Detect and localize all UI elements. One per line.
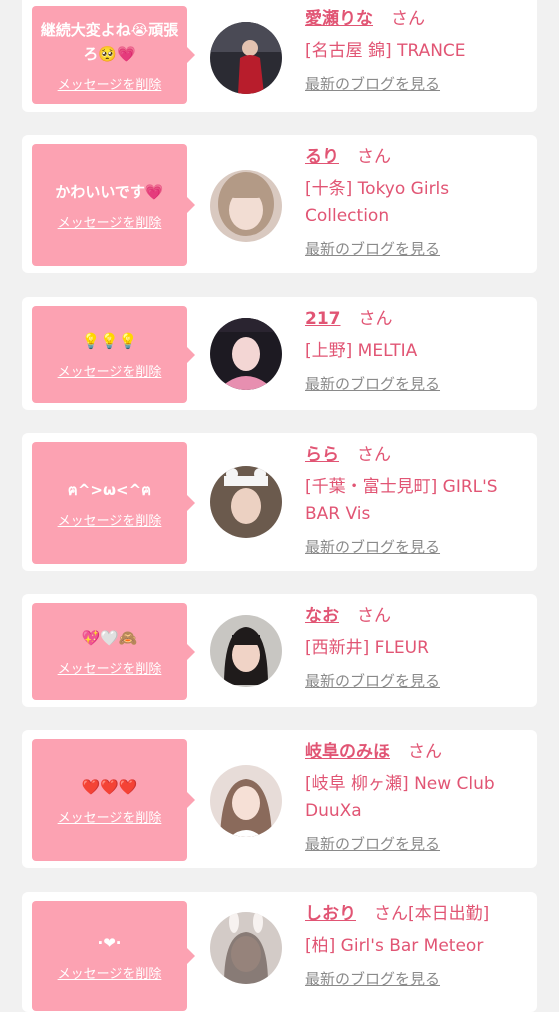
message-card: ❤️❤️❤️ メッセージを削除 岐阜のみほ さん [岐阜 柳ヶ瀬] New Clu… (22, 730, 537, 868)
avatar[interactable] (210, 22, 282, 94)
name-suffix: さん (391, 9, 425, 29)
latest-blog-link[interactable]: 最新のブログを見る (305, 536, 440, 557)
profile-info: なお さん [西新井] FLEUR 最新のブログを見る (305, 603, 530, 691)
profile-info: るり さん [十条] Tokyo Girls Collection 最新のブログを… (305, 144, 530, 259)
shop-info: [名古屋 錦] TRANCE (305, 41, 466, 61)
avatar-photo-bob-hair (210, 615, 282, 687)
delete-message-link[interactable]: メッセージを削除 (58, 361, 162, 380)
avatar[interactable] (210, 466, 282, 538)
latest-blog-link[interactable]: 最新のブログを見る (305, 833, 440, 854)
avatar[interactable] (210, 765, 282, 837)
message-card: 💖🤍🙈 メッセージを削除 なお さん [西新井] FLEUR 最新のブログを見る (22, 594, 537, 707)
avatar-photo-light-hair (210, 170, 282, 242)
message-text: ❤️❤️❤️ (81, 777, 138, 796)
profile-name-link[interactable]: らら (305, 445, 339, 465)
avatar-photo-long-hair-light (210, 765, 282, 837)
message-bubble: 💖🤍🙈 メッセージを削除 (32, 603, 195, 700)
message-card: 継続大変よね😭頑張ろ🥺💗 メッセージを削除 愛瀬りな さん [名古屋 錦] TRA… (22, 0, 537, 112)
profile-name-link[interactable]: 217 (305, 309, 341, 329)
delete-message-link[interactable]: メッセージを削除 (58, 212, 162, 231)
profile-info: 愛瀬りな さん [名古屋 錦] TRANCE 最新のブログを見る (305, 6, 530, 94)
message-bubble: ฅ^>ω<^ฅ メッセージを削除 (32, 442, 195, 564)
profile-name-link[interactable]: なお (305, 606, 339, 626)
delete-message-link[interactable]: メッセージを削除 (58, 510, 162, 529)
latest-blog-link[interactable]: 最新のブログを見る (305, 968, 440, 989)
name-suffix: さん (408, 742, 442, 762)
shop-info: [岐阜 柳ヶ瀬] New Club DuuXa (305, 774, 495, 821)
shop-info: [柏] Girl's Bar Meteor (305, 936, 484, 956)
avatar[interactable] (210, 318, 282, 390)
avatar[interactable] (210, 170, 282, 242)
profile-name-link[interactable]: 岐阜のみほ (305, 742, 390, 762)
message-text: ·❤· (97, 933, 122, 952)
delete-message-link[interactable]: メッセージを削除 (58, 807, 162, 826)
message-bubble: ❤️❤️❤️ メッセージを削除 (32, 739, 195, 861)
delete-message-link[interactable]: メッセージを削除 (58, 658, 162, 677)
delete-message-link[interactable]: メッセージを削除 (58, 74, 162, 93)
profile-name-link[interactable]: るり (305, 147, 339, 167)
message-card: ·❤· メッセージを削除 しおり さん[本日出勤] [柏] Girl's Bar … (22, 892, 537, 1012)
avatar-photo-dark-hair-pink (210, 318, 282, 390)
message-bubble: かわいいです💗 メッセージを削除 (32, 144, 195, 266)
name-suffix: さん[本日出勤] (374, 904, 490, 924)
name-suffix: さん (357, 606, 391, 626)
message-bubble: ·❤· メッセージを削除 (32, 901, 195, 1011)
profile-info: 217 さん [上野] MELTIA 最新のブログを見る (305, 306, 530, 394)
avatar-photo-bunny-ears (210, 912, 282, 984)
message-card: 💡💡💡 メッセージを削除 217 さん [上野] MELTIA 最新のブログを見る (22, 297, 537, 410)
shop-info: [上野] MELTIA (305, 341, 418, 361)
message-card: かわいいです💗 メッセージを削除 るり さん [十条] Tokyo Girls C… (22, 135, 537, 273)
message-text: 💖🤍🙈 (81, 629, 138, 647)
profile-name-link[interactable]: しおり (305, 904, 356, 924)
message-text: ฅ^>ω<^ฅ (67, 480, 152, 499)
message-text: 継続大変よね😭頑張ろ🥺💗 (40, 20, 179, 63)
avatar[interactable] (210, 912, 282, 984)
profile-info: しおり さん[本日出勤] [柏] Girl's Bar Meteor 最新のブログ… (305, 901, 530, 989)
message-text: 💡💡💡 (81, 332, 138, 350)
latest-blog-link[interactable]: 最新のブログを見る (305, 670, 440, 691)
name-suffix: さん (357, 147, 391, 167)
avatar-photo-cat-ears (210, 466, 282, 538)
profile-info: らら さん [千葉・富士見町] GIRL'S BAR Vis 最新のブログを見る (305, 442, 530, 557)
name-suffix: さん (358, 309, 393, 329)
message-bubble: 継続大変よね😭頑張ろ🥺💗 メッセージを削除 (32, 6, 195, 104)
profile-name-link[interactable]: 愛瀬りな (305, 9, 373, 29)
message-bubble: 💡💡💡 メッセージを削除 (32, 306, 195, 403)
message-text: かわいいです💗 (55, 182, 164, 201)
avatar[interactable] (210, 615, 282, 687)
name-suffix: さん (357, 445, 391, 465)
shop-info: [千葉・富士見町] GIRL'S BAR Vis (305, 477, 498, 524)
latest-blog-link[interactable]: 最新のブログを見る (305, 238, 440, 259)
latest-blog-link[interactable]: 最新のブログを見る (305, 373, 440, 394)
latest-blog-link[interactable]: 最新のブログを見る (305, 73, 440, 94)
shop-info: [西新井] FLEUR (305, 638, 429, 658)
delete-message-link[interactable]: メッセージを削除 (58, 963, 162, 982)
avatar-photo-dark-red-dress (210, 22, 282, 94)
shop-info: [十条] Tokyo Girls Collection (305, 179, 450, 226)
profile-info: 岐阜のみほ さん [岐阜 柳ヶ瀬] New Club DuuXa 最新のブログを見… (305, 739, 530, 854)
message-card: ฅ^>ω<^ฅ メッセージを削除 らら さん [千葉・富士見町] GIRL'S B… (22, 433, 537, 571)
